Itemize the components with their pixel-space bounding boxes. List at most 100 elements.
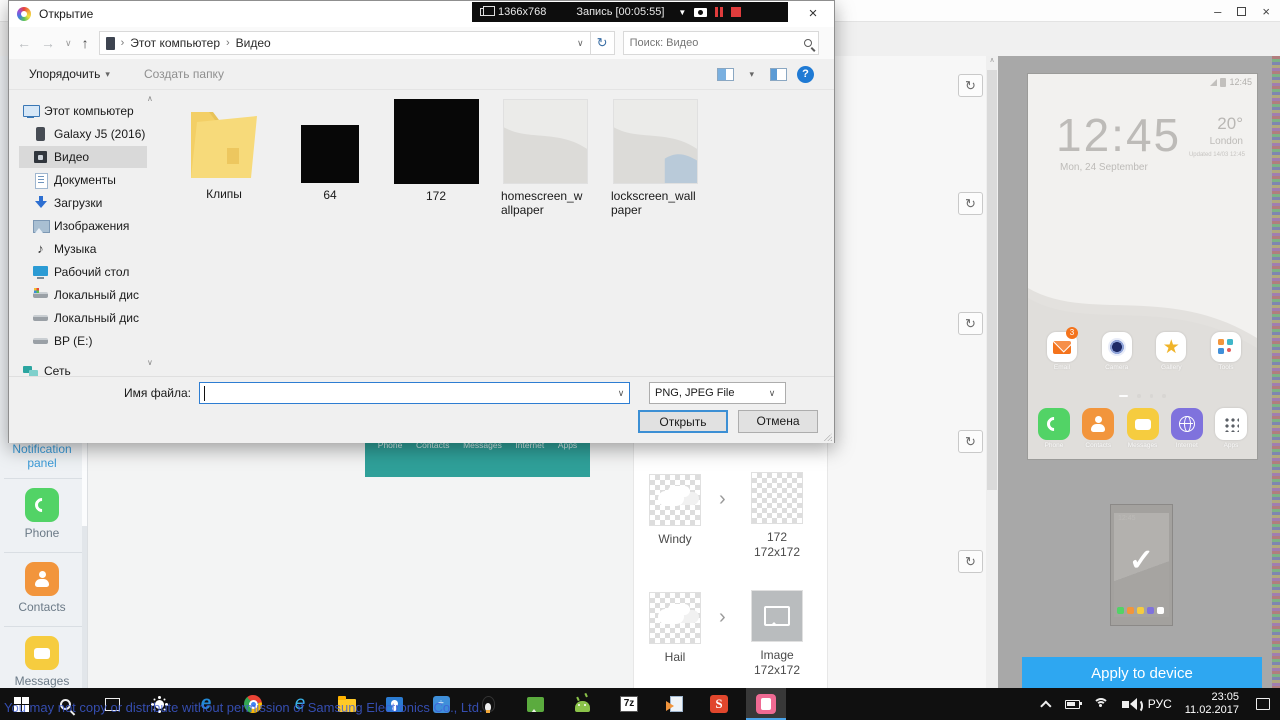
sidebar-item-downloads[interactable]: Загрузки [19,192,147,214]
app-camera[interactable]: Camera [1099,332,1135,371]
tab-contacts[interactable]: Contacts [416,440,450,477]
taskbar-app-theme-designer[interactable] [753,691,779,717]
language-indicator[interactable]: РУС [1148,697,1172,711]
windy-target-thumbnail[interactable] [751,472,803,524]
taskbar-app-brightness[interactable] [146,691,172,717]
taskbar-app-android[interactable] [569,691,595,717]
maximize-icon[interactable] [1237,6,1247,16]
taskbar-app-internet-explorer[interactable]: e [287,691,313,717]
sidebar-item-contacts[interactable]: Contacts [0,562,84,614]
filename-dropdown-icon[interactable]: ∨ [613,388,629,399]
taskbar-app-chrome[interactable] [240,691,266,717]
history-dropdown-icon[interactable]: ∨ [65,38,72,49]
preview-pane-icon[interactable] [770,67,787,81]
tab-apps[interactable]: Apps [558,440,577,477]
app-email[interactable]: 3 Email [1044,327,1080,371]
scroll-up-icon[interactable]: ∧ [147,94,157,103]
recorder-dropdown-icon[interactable]: ▼ [678,8,686,17]
dock-messages[interactable]: Messages [1125,408,1161,449]
forward-icon[interactable]: → [41,35,55,51]
theme-thumbnail-selected[interactable]: 12:45 ✓ [1110,504,1173,626]
sidebar-item-documents[interactable]: Документы [19,169,147,191]
breadcrumb[interactable]: › Этот компьютер › Видео ∨ [98,31,591,55]
open-button[interactable]: Открыть [638,410,728,433]
file-item-64[interactable]: 64 [285,100,375,202]
reset-icon[interactable]: ↻ [958,550,983,573]
volume-icon[interactable] [1121,697,1143,713]
file-item-lockscreen-wallpaper[interactable]: lockscreen_wallpaper [611,99,699,217]
taskbar-app-people[interactable] [381,691,407,717]
sidebar-item-phone[interactable]: Phone [0,488,84,540]
file-item-folder[interactable]: Клипы [179,100,269,201]
sidebar-item-pictures[interactable]: Изображения [19,215,147,237]
dock-internet[interactable]: Internet [1169,408,1205,449]
taskbar-app-file-explorer[interactable] [334,691,360,717]
sidebar-item-local-disk-d[interactable]: Локальный дис [19,307,147,329]
taskbar-app-converter[interactable] [663,691,689,717]
taskbar-app-7zip[interactable]: 7z [616,691,642,717]
sidebar-item-music[interactable]: ♪ Музыка [19,238,147,260]
sidebar-item-bp-e[interactable]: BP (E:) [19,330,147,352]
close-icon[interactable]: × [1262,4,1270,19]
clock[interactable]: 23:05 11.02.2017 [1185,691,1239,717]
windy-source-thumbnail[interactable] [649,474,701,526]
file-item-172[interactable]: 172 [391,99,481,203]
taskbar-app-linux[interactable] [475,691,501,717]
scrollbar-thumb[interactable] [987,70,997,490]
organize-menu[interactable]: Упорядочить [29,67,100,81]
view-mode-icon[interactable] [717,67,735,81]
stop-icon[interactable] [731,7,742,17]
dock-apps[interactable]: Apps [1213,408,1249,449]
screenshot-camera-icon[interactable] [694,7,708,17]
refresh-icon[interactable]: ↻ [590,31,615,55]
reset-icon[interactable]: ↻ [958,312,983,335]
hail-source-thumbnail[interactable] [649,592,701,644]
address-dropdown-icon[interactable]: ∨ [577,38,584,49]
reset-icon[interactable]: ↻ [958,430,983,453]
taskbar-app-image-viewer[interactable] [522,691,548,717]
tab-messages[interactable]: Messages [463,440,502,477]
reset-icon[interactable]: ↻ [958,192,983,215]
back-icon[interactable]: ← [17,35,31,51]
filename-field[interactable]: ∨ [199,382,630,404]
apply-to-device-button[interactable]: Apply to device [1022,657,1262,690]
sidebar-item-notification-panel[interactable]: Notification panel [0,442,84,470]
cancel-button[interactable]: Отмена [738,410,818,433]
breadcrumb-this-pc[interactable]: Этот компьютер [130,36,220,50]
taskbar-search-button[interactable] [52,691,78,717]
view-mode-caret-icon[interactable]: ▾ [749,69,754,80]
sidebar-item-local-disk-c[interactable]: Локальный дис [19,284,147,306]
search-icon[interactable] [803,39,812,47]
filetype-select[interactable]: PNG, JPEG File ∨ [649,382,786,404]
action-center-icon[interactable] [1256,698,1270,710]
up-icon[interactable]: ↑ [82,35,89,51]
sidebar-item-video[interactable]: Видео [19,146,147,168]
reset-icon[interactable]: ↻ [958,74,983,97]
resize-grip[interactable] [824,433,832,441]
taskbar-app-s[interactable]: S [706,691,732,717]
start-button[interactable] [8,691,34,717]
tab-phone[interactable]: Phone [378,440,403,477]
help-icon[interactable]: ? [797,65,814,83]
breadcrumb-video[interactable]: Видео [236,36,271,50]
tab-internet[interactable]: Internet [515,440,544,477]
sidebar-item-this-pc[interactable]: Этот компьютер [19,100,147,122]
pause-icon[interactable] [715,7,724,17]
dock-phone[interactable]: Phone [1036,408,1072,449]
taskbar-app-blue[interactable]: ÷ [428,691,454,717]
file-item-homescreen-wallpaper[interactable]: homescreen_wallpaper [501,99,589,217]
sidebar-item-galaxy-j5[interactable]: Galaxy J5 (2016) [19,123,147,145]
search-box[interactable] [622,31,819,55]
dock-contacts[interactable]: Contacts [1080,408,1116,449]
sidebar-item-messages[interactable]: Messages [0,636,84,688]
taskbar-app-edge[interactable]: e [193,691,219,717]
new-folder-button[interactable]: Создать папку [144,67,224,81]
battery-icon[interactable] [1064,699,1083,709]
app-tools[interactable]: Tools [1208,332,1244,371]
tray-expand-icon[interactable] [1039,700,1052,712]
wifi-icon[interactable] [1092,698,1109,710]
scroll-up-icon[interactable]: ∧ [987,56,997,64]
sidebar-item-desktop[interactable]: Рабочий стол [19,261,147,283]
scroll-down-icon[interactable]: ∨ [147,358,157,367]
app-gallery[interactable]: ★ Gallery [1153,332,1189,371]
